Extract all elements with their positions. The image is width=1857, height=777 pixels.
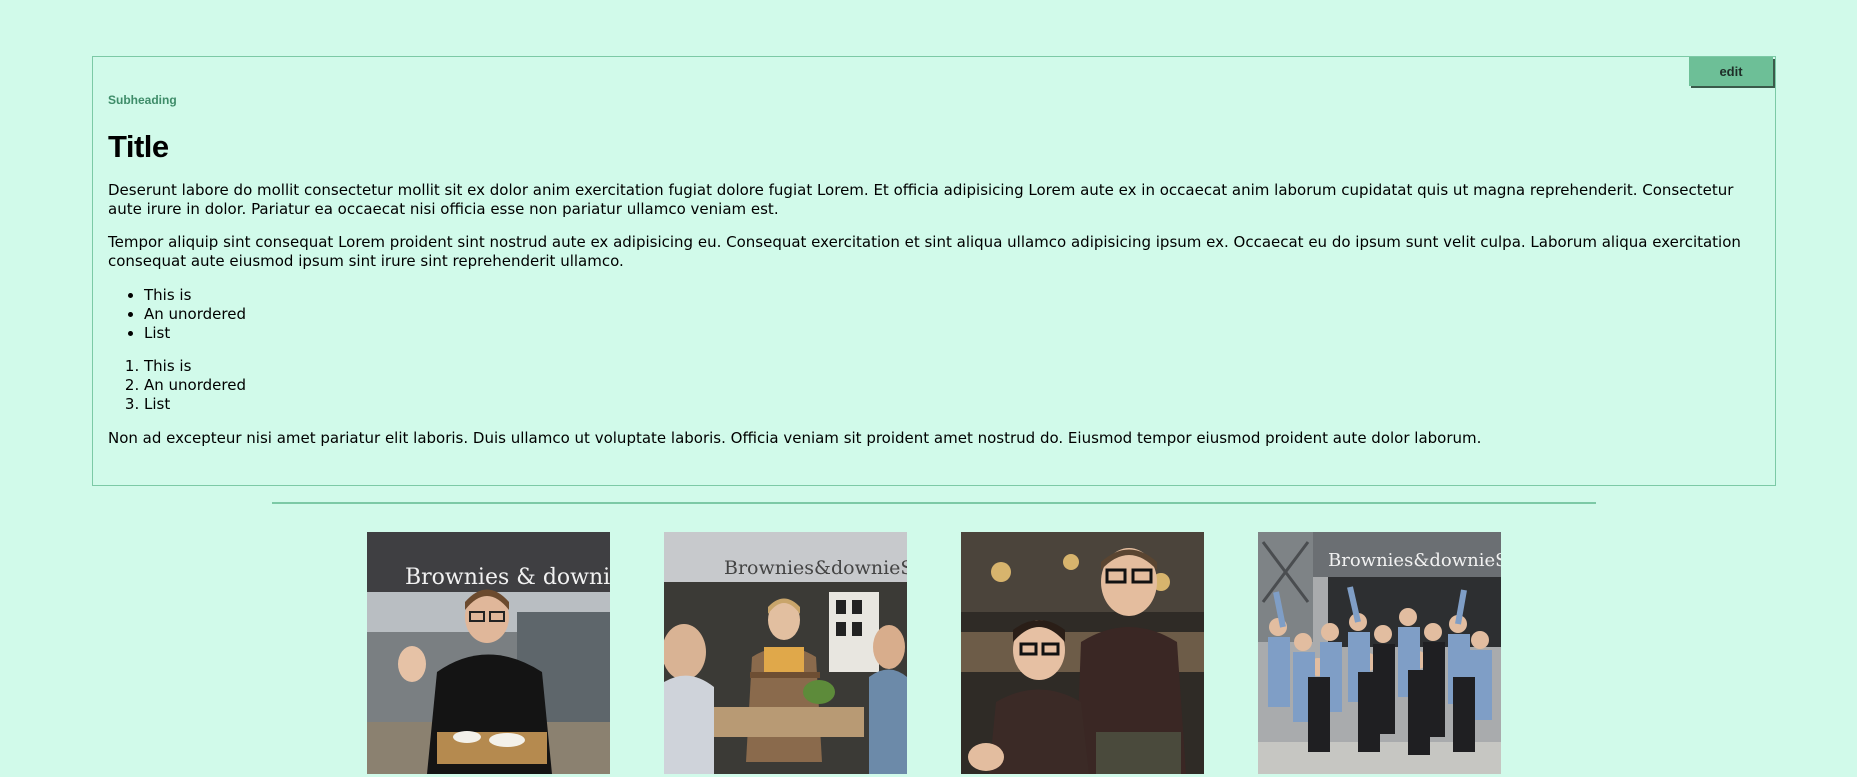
photo-team-group-outside-store: Brownies&downieS (1258, 532, 1501, 774)
closing-paragraph: Non ad excepteur nisi amet pariatur elit… (108, 429, 1482, 447)
card-content: Subheading Title Deserunt labore do moll… (108, 93, 1759, 448)
edit-button[interactable]: edit (1689, 57, 1773, 86)
subheading: Subheading (108, 93, 177, 107)
svg-text:Brownies&downieS: Brownies&downieS (1328, 550, 1501, 571)
paragraph-1: Deserunt labore do mollit consectetur mo… (108, 181, 1734, 218)
list-item: An unordered (144, 376, 1759, 395)
divider (272, 502, 1596, 504)
sign-text: Brownies & downieS (405, 565, 610, 590)
ordered-list: This is An unordered List (108, 357, 1759, 414)
list-item: This is (144, 286, 1759, 305)
svg-text:Brownies&downieS: Brownies&downieS (724, 557, 907, 579)
content-card: edit Subheading Title Deserunt labore do… (92, 56, 1776, 486)
photo-waiter-with-tray: Brownies & downieS (367, 532, 610, 774)
list-item: This is (144, 357, 1759, 376)
paragraph-2: Tempor aliquip sint consequat Lorem proi… (108, 233, 1741, 270)
photo-server-with-drinks: Brownies&downieS (664, 532, 907, 774)
list-item: An unordered (144, 305, 1759, 324)
list-item: List (144, 395, 1759, 414)
photo-two-staff-members (961, 532, 1204, 774)
page-title: Title (108, 129, 169, 164)
list-item: List (144, 324, 1759, 343)
unordered-list: This is An unordered List (108, 286, 1759, 343)
